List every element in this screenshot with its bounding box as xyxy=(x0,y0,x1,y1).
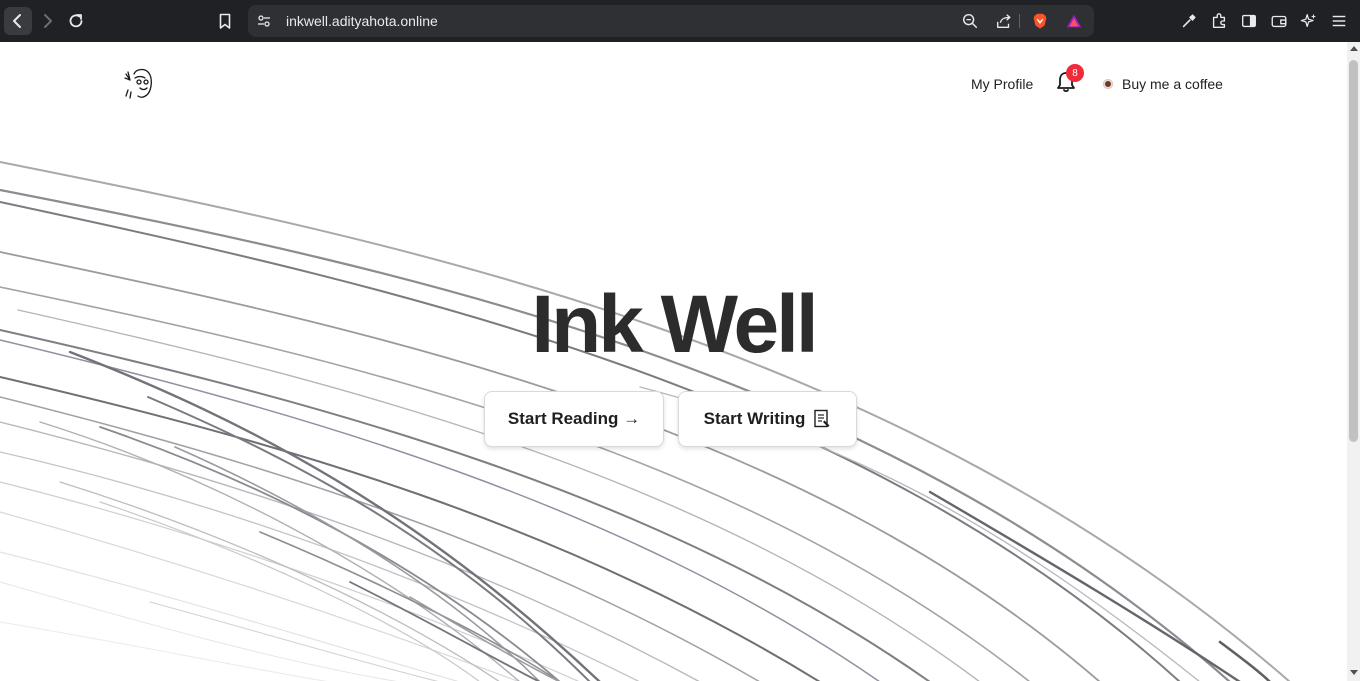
scroll-up-arrow-icon[interactable] xyxy=(1350,46,1358,51)
document-edit-icon xyxy=(814,409,830,428)
sidebar-button[interactable] xyxy=(1239,11,1259,31)
sidebar-icon xyxy=(1242,14,1256,28)
notification-badge: 8 xyxy=(1066,64,1084,82)
leo-ai-button[interactable] xyxy=(1299,11,1319,31)
extensions-button[interactable] xyxy=(1209,11,1229,31)
eyedropper-icon xyxy=(1182,14,1196,28)
menu-icon xyxy=(1332,15,1346,27)
brave-shield-button[interactable] xyxy=(1030,11,1050,31)
wallet-icon xyxy=(1271,15,1287,28)
start-reading-button[interactable]: Start Reading → xyxy=(484,391,664,447)
reload-icon xyxy=(69,14,83,28)
eyedropper-button[interactable] xyxy=(1179,11,1199,31)
bookmark-button[interactable] xyxy=(211,7,239,35)
buy-me-a-coffee-link[interactable]: Buy me a coffee xyxy=(1103,72,1223,96)
my-profile-link[interactable]: My Profile xyxy=(971,72,1033,96)
share-icon xyxy=(997,14,1011,28)
scroll-down-arrow-icon[interactable] xyxy=(1350,670,1358,675)
leo-ai-icon xyxy=(1300,13,1317,28)
start-reading-label: Start Reading → xyxy=(507,409,641,428)
forward-button[interactable] xyxy=(33,7,61,35)
bookmark-icon xyxy=(219,13,231,29)
doodle-avatar-logo[interactable] xyxy=(122,66,158,102)
vertical-scrollbar[interactable] xyxy=(1347,42,1360,681)
reload-button[interactable] xyxy=(62,7,90,35)
start-writing-button[interactable]: Start Writing xyxy=(678,391,857,447)
url-text[interactable]: inkwell.adityahota.online xyxy=(286,13,438,29)
brave-rewards-button[interactable] xyxy=(1064,11,1084,31)
buy-me-a-coffee-label: Buy me a coffee xyxy=(1122,76,1223,92)
zoom-icon xyxy=(962,13,978,29)
forward-icon xyxy=(44,14,52,28)
wallet-button[interactable] xyxy=(1269,11,1289,31)
start-writing-label: Start Writing xyxy=(703,409,806,428)
page-viewport: My Profile 8 Buy me a coffee Ink Well St… xyxy=(0,42,1347,681)
scroll-thumb[interactable] xyxy=(1349,60,1358,442)
zoom-button[interactable] xyxy=(960,11,980,31)
address-bar[interactable]: inkwell.adityahota.online xyxy=(248,5,1094,37)
browser-toolbar: inkwell.adityahota.online xyxy=(0,0,1360,42)
brave-rewards-icon xyxy=(1066,14,1082,28)
back-icon xyxy=(13,14,21,28)
brave-shield-icon xyxy=(1033,13,1047,29)
hero-title: Ink Well xyxy=(531,279,818,370)
back-button[interactable] xyxy=(4,7,32,35)
menu-button[interactable] xyxy=(1329,11,1349,31)
site-settings-icon[interactable] xyxy=(256,13,272,29)
coffee-icon xyxy=(1103,79,1113,89)
share-button[interactable] xyxy=(994,11,1014,31)
divider xyxy=(1019,14,1020,28)
extensions-icon xyxy=(1212,13,1226,28)
